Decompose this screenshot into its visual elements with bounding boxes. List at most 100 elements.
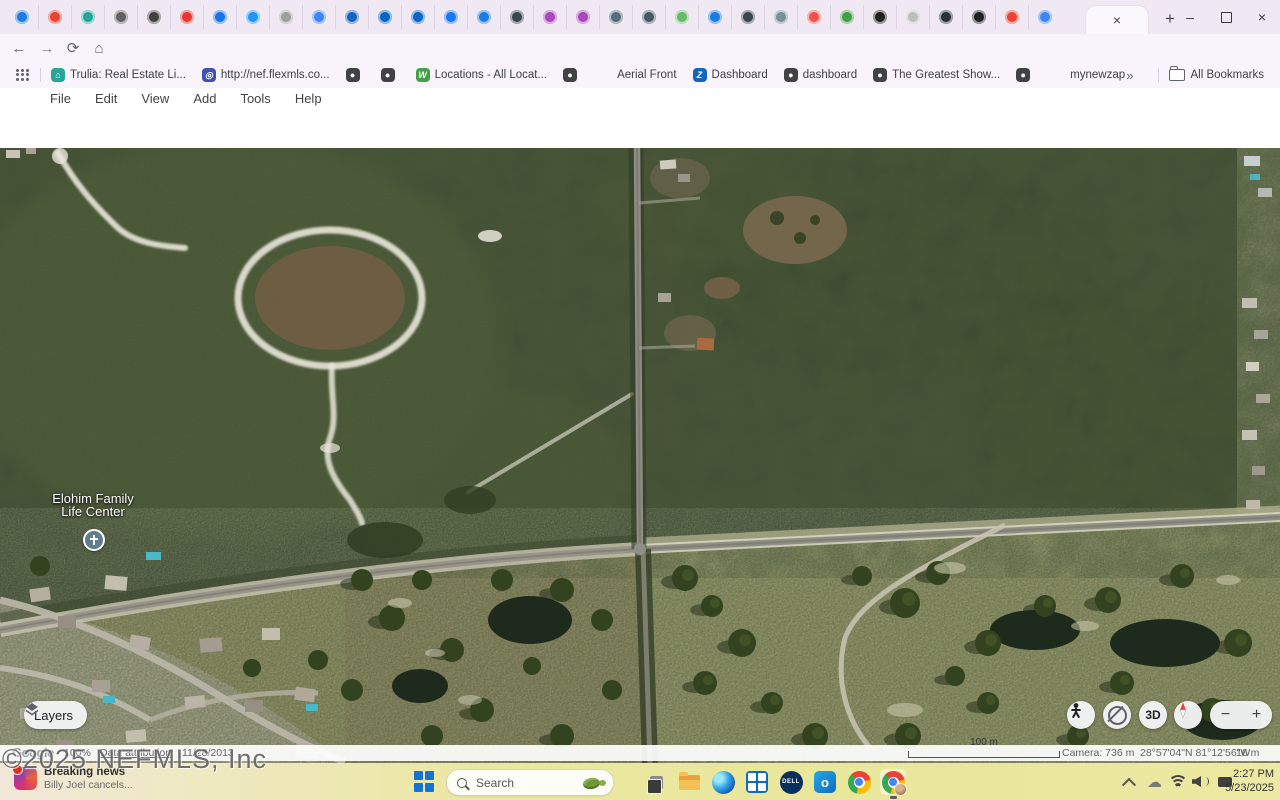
outlook-button[interactable]: o	[812, 769, 838, 795]
news-widget[interactable]: Breaking news Billy Joel cancels...	[14, 765, 133, 793]
tray-chevron[interactable]	[1124, 763, 1134, 800]
apps-grid-icon[interactable]	[16, 69, 28, 81]
pinned-tab[interactable]	[600, 5, 633, 29]
pinned-tab[interactable]	[1029, 5, 1061, 29]
bookmark-favicon	[1051, 68, 1065, 82]
pinned-tab[interactable]	[963, 5, 996, 29]
start-button[interactable]	[414, 771, 435, 792]
bookmark-item[interactable]: ◎ http://nef.flexmls.co...	[202, 68, 330, 82]
taskbar-search-placeholder: Search	[476, 776, 581, 790]
menu-item[interactable]: Help	[295, 91, 322, 106]
pinned-tab[interactable]	[831, 5, 864, 29]
tab-close-icon[interactable]: ×	[1113, 13, 1121, 27]
data-attribution-link[interactable]: Data attribution	[100, 745, 171, 761]
bookmark-item[interactable]: ●	[563, 68, 582, 82]
bookmark-item[interactable]: ●	[381, 68, 400, 82]
bookmark-item[interactable]: ●	[346, 68, 365, 82]
bookmark-item[interactable]: mynewzap.com	[1051, 68, 1126, 82]
volume-icon[interactable]	[1192, 763, 1208, 800]
pinned-tab[interactable]	[699, 5, 732, 29]
close-button[interactable]: ×	[1244, 0, 1280, 34]
pinned-tab[interactable]	[567, 5, 600, 29]
bookmark-item[interactable]: Z Dashboard	[693, 68, 768, 82]
map-viewport[interactable]: Elohim Family Life Center Layers 3D − + …	[0, 148, 1280, 763]
taskbar-search[interactable]: Search	[446, 769, 614, 796]
pinned-tab[interactable]	[138, 5, 171, 29]
pinned-tab[interactable]	[270, 5, 303, 29]
zoom-out-button[interactable]: −	[1221, 706, 1230, 724]
pinned-tab[interactable]	[501, 5, 534, 29]
pegman-button[interactable]	[1067, 701, 1095, 729]
bookmark-favicon: ⌂	[51, 68, 65, 82]
pinned-tab[interactable]	[72, 5, 105, 29]
home-button[interactable]: ⌂	[88, 37, 110, 59]
microsoft-store-button[interactable]	[744, 769, 770, 795]
layers-button[interactable]: Layers	[24, 701, 87, 729]
forward-button[interactable]: →	[36, 37, 58, 59]
bookmark-item[interactable]: ●	[1016, 68, 1035, 82]
pinned-tab[interactable]	[435, 5, 468, 29]
bookmark-item[interactable]: Aerial Front	[598, 68, 676, 82]
google-logo: Google	[12, 745, 54, 761]
pinned-tab[interactable]	[534, 5, 567, 29]
menu-item[interactable]: File	[50, 91, 71, 106]
compass[interactable]	[1174, 701, 1202, 729]
pinned-tab[interactable]	[369, 5, 402, 29]
pinned-tab[interactable]	[765, 5, 798, 29]
zoom-in-button[interactable]: +	[1252, 706, 1261, 724]
pinned-tab[interactable]	[798, 5, 831, 29]
place-label[interactable]: Elohim Family Life Center	[13, 492, 173, 518]
coordinates: 28°57'04"N 81°12'56"W	[1140, 745, 1250, 761]
satellite-imagery	[0, 148, 1280, 763]
bookmarks-overflow: » All Bookmarks	[1126, 68, 1280, 83]
all-bookmarks-button[interactable]: All Bookmarks	[1191, 69, 1265, 81]
bookmark-item[interactable]: ● dashboard	[784, 68, 857, 82]
pinned-tab[interactable]	[468, 5, 501, 29]
pinned-tab[interactable]	[864, 5, 897, 29]
favicon	[510, 10, 524, 24]
pinned-tab[interactable]	[336, 5, 369, 29]
taskbar-clock[interactable]: 2:27 PM 5/23/2025	[1225, 767, 1274, 796]
pinned-tab[interactable]	[996, 5, 1029, 29]
bookmark-item[interactable]: W Locations - All Locat...	[416, 68, 548, 82]
chrome-active-button[interactable]	[880, 769, 906, 795]
file-explorer-button[interactable]	[676, 769, 702, 795]
orbit-button[interactable]	[1103, 701, 1131, 729]
church-place-icon[interactable]	[83, 529, 105, 551]
pinned-tab[interactable]	[633, 5, 666, 29]
pinned-tab[interactable]	[930, 5, 963, 29]
dell-app-button[interactable]: DELL	[778, 769, 804, 795]
favicon	[741, 10, 755, 24]
back-button[interactable]: ←	[8, 37, 30, 59]
pinned-tab[interactable]	[732, 5, 765, 29]
edge-button[interactable]	[710, 769, 736, 795]
pinned-tab[interactable]	[402, 5, 435, 29]
pinned-tab[interactable]	[105, 5, 138, 29]
pinned-tab[interactable]	[897, 5, 930, 29]
active-tab[interactable]: ×	[1086, 6, 1148, 34]
menu-item[interactable]: Tools	[240, 91, 270, 106]
maximize-button[interactable]	[1208, 0, 1244, 34]
pinned-tab[interactable]	[303, 5, 336, 29]
favicon	[180, 10, 194, 24]
more-bookmarks-icon[interactable]: »	[1126, 68, 1133, 83]
pinned-tab[interactable]	[39, 5, 72, 29]
onedrive-cloud-icon[interactable]: ☁	[1147, 763, 1162, 800]
3d-toggle-button[interactable]: 3D	[1139, 701, 1167, 729]
minimize-button[interactable]: –	[1172, 0, 1208, 34]
task-view-button[interactable]	[642, 769, 668, 795]
reload-button[interactable]: ⟳	[62, 37, 84, 59]
pinned-tab[interactable]	[204, 5, 237, 29]
pinned-tab[interactable]	[666, 5, 699, 29]
menu-item[interactable]: View	[141, 91, 169, 106]
pinned-tab[interactable]	[237, 5, 270, 29]
bookmark-item[interactable]: ⌂ Trulia: Real Estate Li...	[51, 68, 186, 82]
wifi-icon[interactable]	[1168, 763, 1186, 800]
favicon	[279, 10, 293, 24]
bookmark-item[interactable]: ● The Greatest Show...	[873, 68, 1000, 82]
menu-item[interactable]: Add	[193, 91, 216, 106]
pinned-tab[interactable]	[6, 5, 39, 29]
chrome-button[interactable]	[846, 769, 872, 795]
pinned-tab[interactable]	[171, 5, 204, 29]
menu-item[interactable]: Edit	[95, 91, 117, 106]
